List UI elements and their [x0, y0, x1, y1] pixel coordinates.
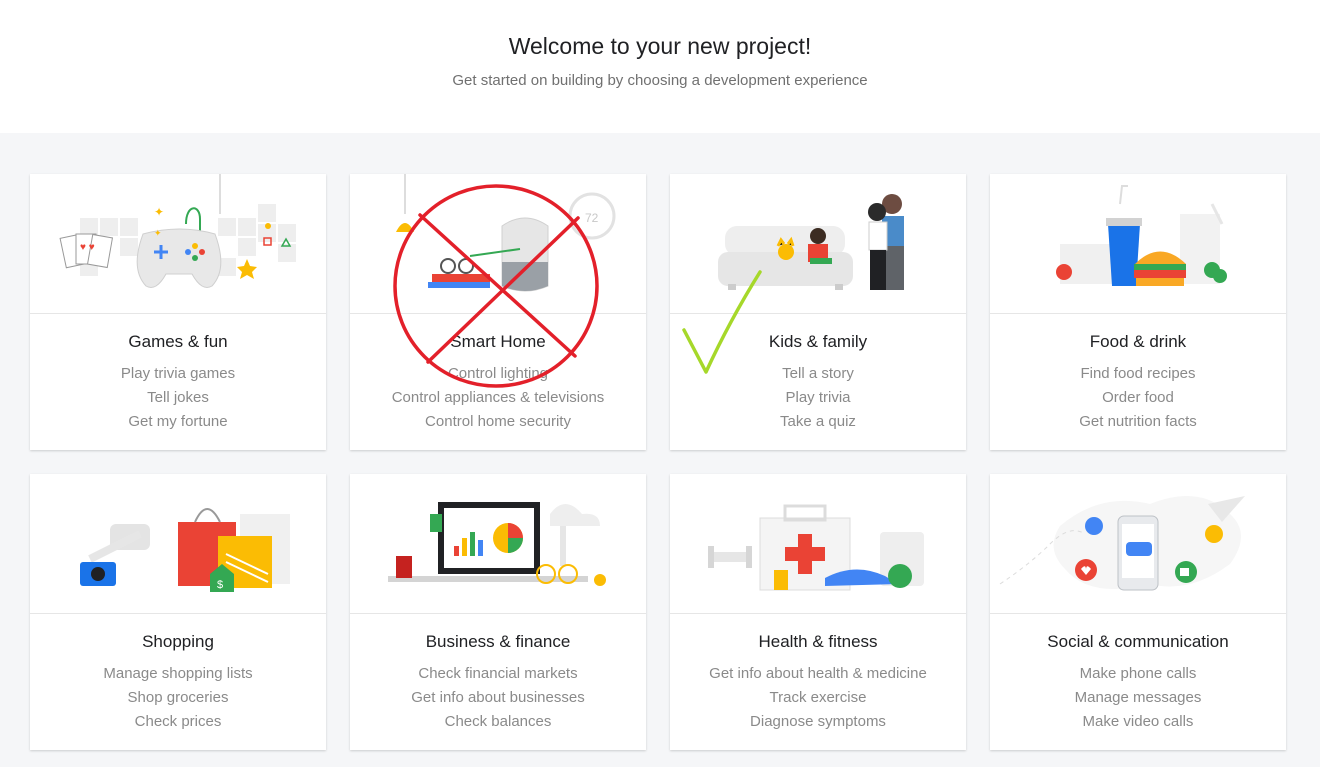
card-example: Control lighting [447, 365, 549, 382]
card-title: Business & finance [425, 632, 571, 651]
page-header: Welcome to your new project! Get started… [0, 0, 1320, 133]
card-food-drink[interactable]: Food & drink Find food recipes Order foo… [990, 174, 1286, 450]
card-example: Get info about businesses [411, 689, 585, 706]
card-title: Smart Home [450, 332, 546, 351]
card-example: Control home security [425, 413, 571, 430]
card-example: Get my fortune [128, 413, 228, 430]
card-smart-home[interactable]: 72 Smart Home Control lighting Control a… [350, 174, 646, 450]
card-example: Track exercise [769, 689, 867, 706]
card-games-fun[interactable]: ♥ ♥ ✦ ✦ Games & fun Play trivia games Te… [30, 174, 326, 450]
card-title: Games & fun [128, 332, 228, 351]
game-controller-icon: ♥ ♥ ✦ ✦ [30, 174, 326, 314]
phone-messages-icon [990, 474, 1286, 614]
card-title: Food & drink [1089, 332, 1187, 351]
card-example: Order food [1102, 389, 1174, 406]
card-social-communication[interactable]: Social & communication Make phone calls … [990, 474, 1286, 750]
page-title: Welcome to your new project! [508, 33, 812, 59]
card-example: Check prices [134, 713, 222, 730]
card-example: Check financial markets [418, 665, 578, 682]
card-example: Make video calls [1082, 713, 1194, 730]
family-couch-icon [670, 174, 966, 314]
laptop-chart-icon [350, 474, 646, 614]
card-title: Social & communication [1047, 632, 1229, 651]
card-example: Diagnose symptoms [750, 713, 886, 730]
card-example: Tell jokes [147, 389, 209, 406]
card-example: Shop groceries [127, 689, 229, 706]
card-shopping[interactable]: $ Shopping Manage shopping lists Shop gr… [30, 474, 326, 750]
svg-text:✦: ✦ [154, 205, 164, 219]
card-example: Manage shopping lists [103, 665, 253, 682]
card-example: Get info about health & medicine [709, 665, 927, 682]
first-aid-kit-icon [670, 474, 966, 614]
card-example: Manage messages [1074, 689, 1202, 706]
svg-text:✦: ✦ [154, 228, 162, 238]
svg-text:♥ ♥: ♥ ♥ [80, 242, 95, 253]
card-example: Tell a story [782, 365, 854, 382]
page-subtitle: Get started on building by choosing a de… [452, 72, 868, 89]
shopping-bags-icon: $ [30, 474, 326, 614]
card-kids-family[interactable]: Kids & family Tell a story Play trivia T… [670, 174, 966, 450]
card-title: Shopping [142, 632, 214, 651]
card-health-fitness[interactable]: Health & fitness Get info about health &… [670, 474, 966, 750]
card-business-finance[interactable]: Business & finance Check financial marke… [350, 474, 646, 750]
svg-text:72: 72 [585, 211, 599, 225]
card-example: Control appliances & televisions [391, 389, 605, 406]
smart-speaker-icon: 72 [350, 174, 646, 314]
card-example: Take a quiz [780, 413, 856, 430]
card-example: Get nutrition facts [1079, 413, 1197, 430]
card-example: Find food recipes [1080, 365, 1196, 382]
card-example: Play trivia games [120, 365, 236, 382]
svg-text:$: $ [217, 579, 223, 591]
burger-drink-icon [990, 174, 1286, 314]
card-title: Kids & family [768, 332, 868, 351]
card-title: Health & fitness [758, 632, 878, 651]
card-example: Make phone calls [1079, 665, 1197, 682]
card-example: Play trivia [785, 389, 851, 406]
card-example: Check balances [444, 713, 552, 730]
